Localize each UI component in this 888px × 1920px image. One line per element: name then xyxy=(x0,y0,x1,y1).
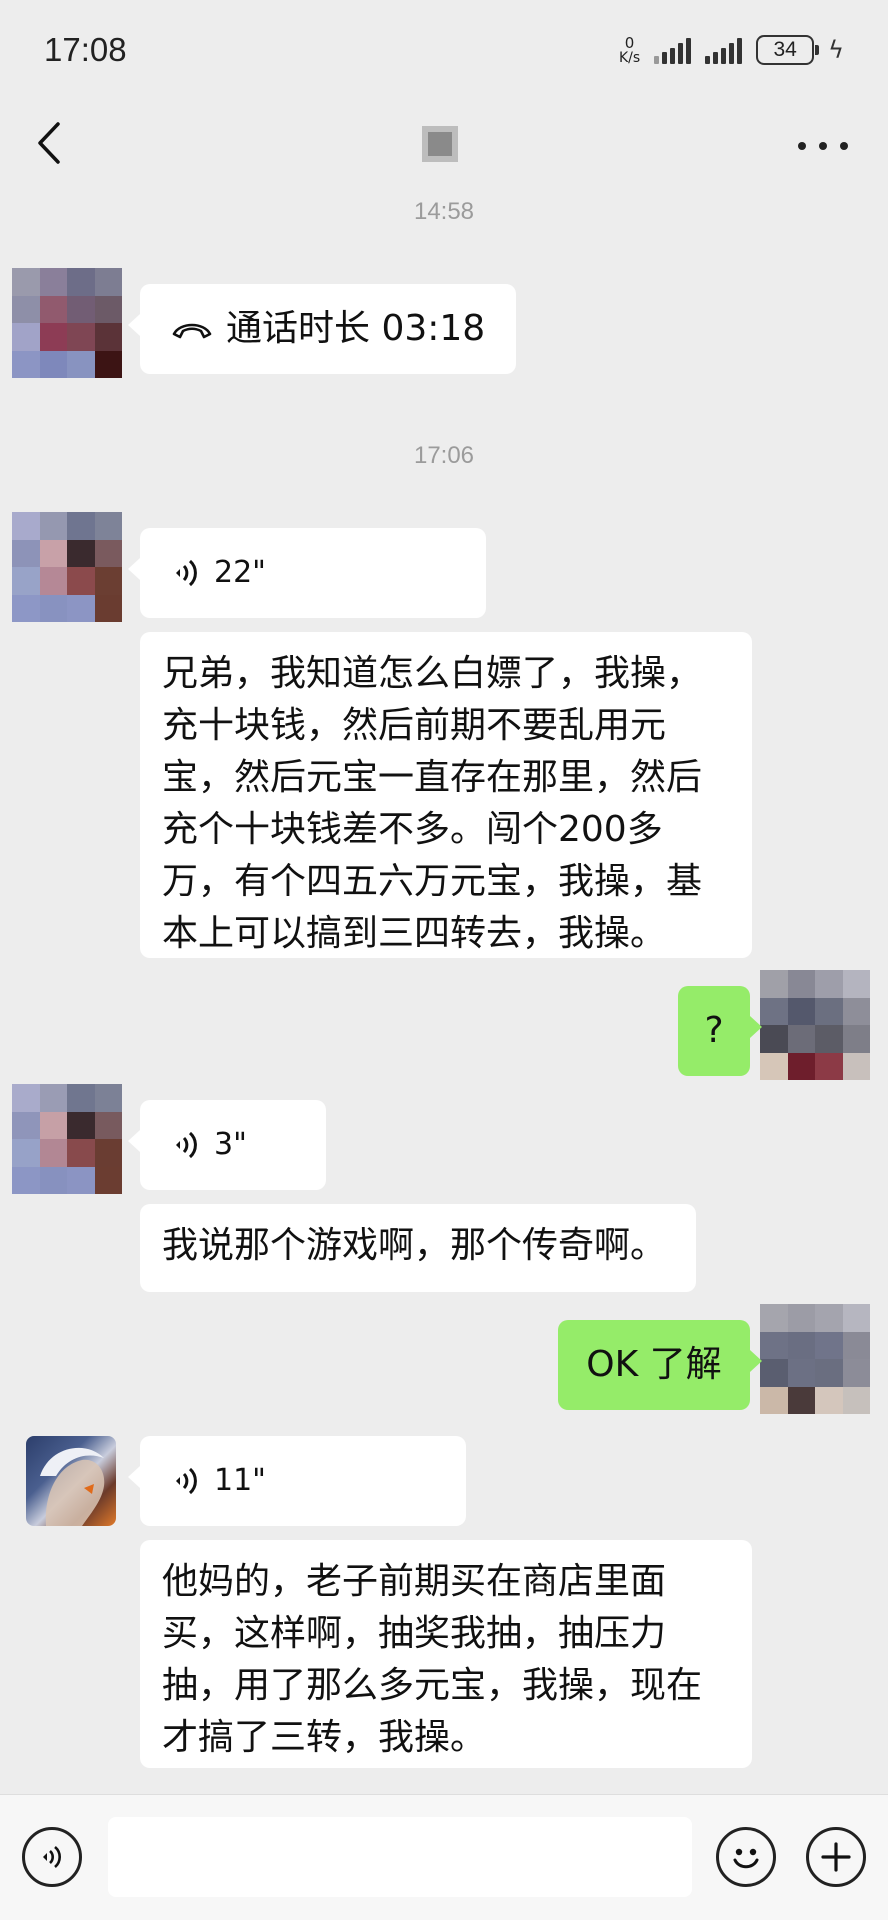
charging-bolt-icon: ϟ xyxy=(828,36,844,64)
message-text: 兄弟，我知道怎么白嫖了，我操，充十块钱，然后前期不要乱用元宝，然后元宝一直存在那… xyxy=(162,653,703,954)
message-text: OK 了解 xyxy=(586,1344,722,1385)
game-character-avatar[interactable] xyxy=(26,1436,116,1526)
text-message-bubble[interactable]: 他妈的，老子前期买在商店里面买，这样啊，抽奖我抽，抽压力抽，用了那么多元宝，我操… xyxy=(140,1540,752,1768)
voice-wave-icon xyxy=(176,1467,197,1495)
timestamp: 17:06 xyxy=(413,442,475,469)
voice-wave-icon xyxy=(176,559,197,587)
status-indicators: 0 K/s 34 ϟ xyxy=(619,35,844,65)
voice-duration: 3" xyxy=(214,1127,247,1162)
my-message-bubble[interactable]: ? xyxy=(678,986,762,1076)
emoji-icon[interactable] xyxy=(716,1827,776,1887)
voice-duration: 11" xyxy=(214,1463,266,1498)
text-message-bubble[interactable]: 兄弟，我知道怎么白嫖了，我操，充十块钱，然后前期不要乱用元宝，然后元宝一直存在那… xyxy=(140,632,752,958)
network-speed-unit: K/s xyxy=(618,49,641,66)
battery-icon: 34 xyxy=(756,35,820,65)
my-avatar[interactable] xyxy=(760,1304,870,1414)
call-record-bubble[interactable]: 通话时长 03:18 xyxy=(128,284,516,374)
phone-hangup-icon xyxy=(172,323,212,339)
my-avatar[interactable] xyxy=(760,970,870,1080)
battery-level: 34 xyxy=(773,38,797,61)
signal-2-icon xyxy=(705,36,743,64)
text-message-bubble[interactable]: 我说那个游戏啊，那个传奇啊。 xyxy=(140,1204,696,1292)
more-dots-icon[interactable] xyxy=(798,126,848,166)
voice-wave-icon xyxy=(176,1131,197,1159)
voice-duration: 22" xyxy=(214,555,266,590)
status-bar: 17:08 0 K/s 34 ϟ xyxy=(0,0,888,100)
voice-message-bubble[interactable]: 22" xyxy=(128,528,486,618)
message-text: 我说那个游戏啊，那个传奇啊。 xyxy=(162,1225,667,1266)
message-text: 他妈的，老子前期买在商店里面买，这样啊，抽奖我抽，抽压力抽，用了那么多元宝，我操… xyxy=(162,1561,703,1758)
avatar[interactable] xyxy=(12,268,122,378)
voice-message-bubble[interactable]: 3" xyxy=(128,1100,326,1190)
network-speed-value: 0 xyxy=(624,33,635,52)
timestamp: 14:58 xyxy=(413,198,475,225)
voice-input-icon[interactable] xyxy=(22,1827,82,1887)
my-message-bubble[interactable]: OK 了解 xyxy=(558,1320,762,1410)
signal-1-icon xyxy=(654,36,692,64)
message-input[interactable] xyxy=(108,1817,692,1897)
network-speed: 0 K/s xyxy=(618,33,641,66)
message-text: ? xyxy=(704,1010,724,1051)
avatar[interactable] xyxy=(12,512,122,622)
input-bar xyxy=(0,1794,888,1920)
chat-title-avatar xyxy=(422,126,458,162)
chevron-left-icon[interactable] xyxy=(28,118,78,168)
status-time: 17:08 xyxy=(44,31,127,68)
avatar[interactable] xyxy=(12,1084,122,1194)
voice-message-bubble[interactable]: 11" xyxy=(128,1436,466,1526)
call-duration-text: 通话时长 03:18 xyxy=(226,308,486,349)
plus-icon[interactable] xyxy=(806,1827,866,1887)
